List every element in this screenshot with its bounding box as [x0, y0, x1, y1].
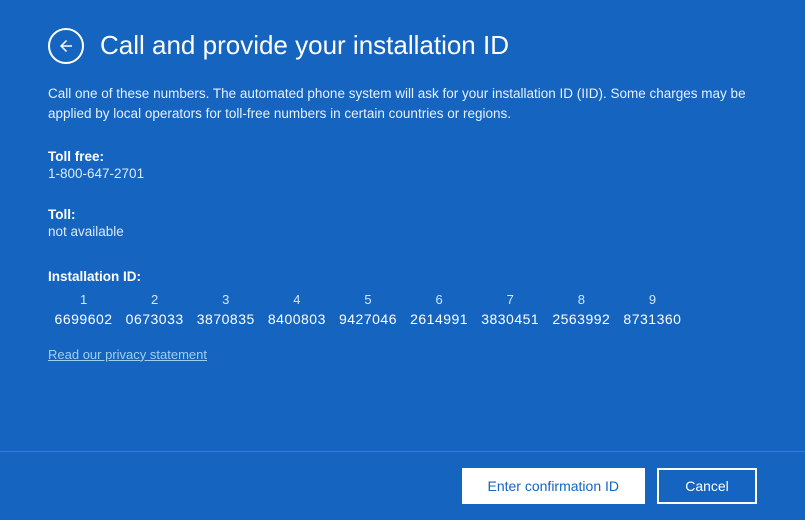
id-column-header: 1 [48, 292, 119, 311]
installation-id-section: Installation ID: 123456789 66996020673033… [48, 269, 757, 327]
id-column-value: 3870835 [190, 311, 261, 327]
toll-free-value: 1-800-647-2701 [48, 166, 757, 181]
toll-free-label: Toll free: [48, 149, 757, 164]
id-column-value: 6699602 [48, 311, 119, 327]
privacy-link[interactable]: Read our privacy statement [48, 347, 757, 362]
id-column-header: 7 [475, 292, 546, 311]
cancel-button[interactable]: Cancel [657, 468, 757, 504]
id-column-value: 8731360 [617, 311, 688, 327]
id-column-value: 2563992 [546, 311, 617, 327]
toll-value: not available [48, 224, 757, 239]
page-header: Call and provide your installation ID [48, 28, 757, 64]
installation-id-label: Installation ID: [48, 269, 757, 284]
id-column-header: 9 [617, 292, 688, 311]
main-content: Call and provide your installation ID Ca… [0, 0, 805, 451]
back-button[interactable] [48, 28, 84, 64]
id-column-header: 3 [190, 292, 261, 311]
id-column-value: 8400803 [261, 311, 332, 327]
id-grid: 123456789 6699602067303338708358400803942… [48, 292, 688, 327]
id-column-header: 8 [546, 292, 617, 311]
toll-label: Toll: [48, 207, 757, 222]
enter-confirmation-button[interactable]: Enter confirmation ID [462, 468, 646, 504]
id-column-header: 2 [119, 292, 190, 311]
page-title: Call and provide your installation ID [100, 30, 509, 61]
toll-section: Toll: not available [48, 207, 757, 255]
id-column-header: 5 [332, 292, 403, 311]
page-description: Call one of these numbers. The automated… [48, 84, 748, 125]
id-column-value: 9427046 [332, 311, 403, 327]
id-column-value: 3830451 [475, 311, 546, 327]
toll-free-section: Toll free: 1-800-647-2701 [48, 149, 757, 197]
id-column-value: 2614991 [404, 311, 475, 327]
id-column-header: 4 [261, 292, 332, 311]
id-column-header: 6 [404, 292, 475, 311]
footer: Enter confirmation ID Cancel [0, 451, 805, 520]
id-column-value: 0673033 [119, 311, 190, 327]
